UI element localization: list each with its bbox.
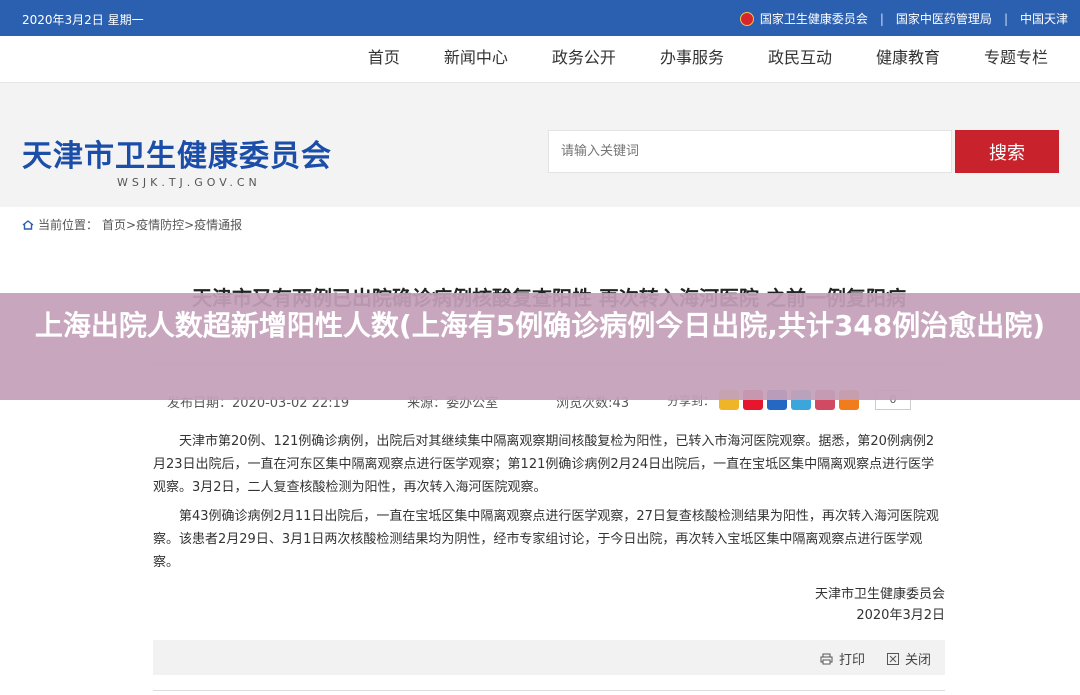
- nav-news[interactable]: 新闻中心: [422, 36, 530, 82]
- top-bar: 2020年3月2日 星期一 国家卫生健康委员会 | 国家中医药管理局 | 中国天…: [0, 0, 1080, 36]
- main-nav: 首页 新闻中心 政务公开 办事服务 政民互动 健康教育 专题专栏: [0, 36, 1080, 83]
- close-button[interactable]: 关闭: [886, 649, 931, 668]
- nav-health-education[interactable]: 健康教育: [854, 36, 962, 82]
- separator: |: [879, 11, 884, 26]
- search-button[interactable]: 搜索: [955, 130, 1059, 173]
- location-icon: [22, 219, 34, 230]
- print-icon: [820, 653, 833, 664]
- site-logo-title[interactable]: 天津市卫生健康委员会: [22, 131, 332, 175]
- print-button[interactable]: 打印: [820, 649, 865, 668]
- national-emblem-icon: [739, 11, 754, 26]
- print-label: 打印: [838, 653, 865, 668]
- overlay-headline: 上海出院人数超新增阳性人数(上海有5例确诊病例今日出院,共计348例治愈出院): [34, 309, 1046, 342]
- breadcrumb-path[interactable]: 首页>疫情防控>疫情通报: [102, 216, 242, 233]
- site-header: 天津市卫生健康委员会 WSJK.TJ.GOV.CN 搜索: [0, 83, 1080, 207]
- link-tianjin[interactable]: 中国天津: [1020, 10, 1068, 27]
- link-tcm[interactable]: 国家中医药管理局: [896, 10, 992, 27]
- current-date: 2020年3月2日 星期一: [22, 13, 144, 27]
- site-logo-subtitle: WSJK.TJ.GOV.CN: [117, 176, 261, 189]
- article-paragraph: 第43例确诊病例2月11日出院后，一直在宝坻区集中隔离观察点进行医学观察，27日…: [153, 509, 939, 570]
- nav-services[interactable]: 办事服务: [638, 36, 746, 82]
- search-input[interactable]: [548, 130, 952, 173]
- nav-gov-affairs[interactable]: 政务公开: [530, 36, 638, 82]
- article-actions-bar: 打印 关闭: [153, 640, 945, 675]
- article-paragraph: 天津市第20例、121例确诊病例，出院后对其继续集中隔离观察期间核酸复检为阳性，…: [153, 434, 935, 495]
- signature-org: 天津市卫生健康委员会: [814, 587, 945, 602]
- breadcrumb: 当前位置： 首页>疫情防控>疫情通报: [22, 216, 242, 233]
- close-icon: [886, 652, 899, 665]
- nav-topics[interactable]: 专题专栏: [962, 36, 1070, 82]
- separator: |: [1003, 11, 1008, 26]
- nav-interaction[interactable]: 政民互动: [746, 36, 854, 82]
- headline-overlay: 上海出院人数超新增阳性人数(上海有5例确诊病例今日出院,共计348例治愈出院): [0, 293, 1080, 400]
- article-signature: 天津市卫生健康委员会 2020年3月2日: [815, 584, 945, 626]
- bottom-divider: [153, 690, 945, 691]
- article-body: 天津市第20例、121例确诊病例，出院后对其继续集中隔离观察期间核酸复检为阳性，…: [153, 430, 945, 580]
- nav-home[interactable]: 首页: [346, 36, 422, 82]
- breadcrumb-label: 当前位置：: [38, 218, 99, 232]
- top-links: 国家卫生健康委员会 | 国家中医药管理局 | 中国天津: [739, 10, 1068, 27]
- signature-date: 2020年3月2日: [856, 608, 945, 623]
- link-nhc[interactable]: 国家卫生健康委员会: [760, 10, 868, 27]
- close-label: 关闭: [904, 653, 931, 668]
